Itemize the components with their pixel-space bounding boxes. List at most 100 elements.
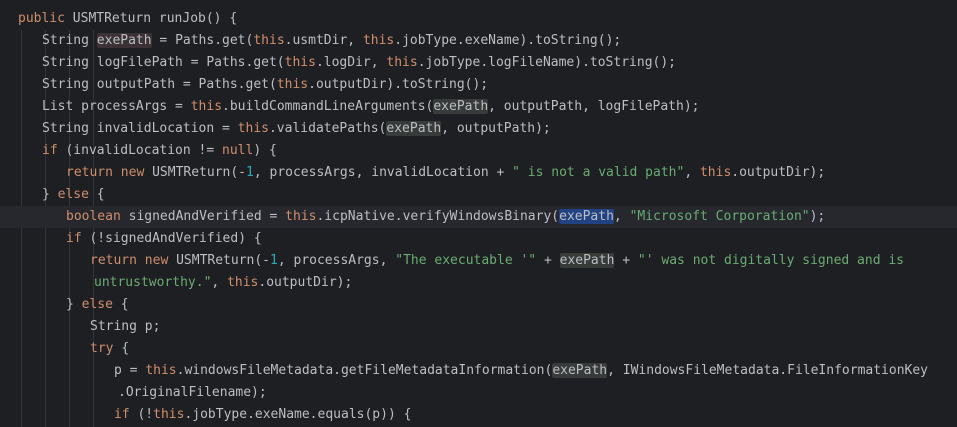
code-line[interactable]: public USMTReturn runJob() { [0,8,957,30]
code-token: .jobType.exeName.equals(p)) { [184,407,412,422]
code-token: , processArgs, [277,253,396,268]
code-token: .buildCommandLineArguments( [222,99,434,114]
code-token: null [222,143,254,158]
code-token: USMTReturn runJob() { [72,11,238,26]
code-line[interactable]: String p; [0,316,957,338]
code-token: if [114,407,138,422]
code-token: public [18,11,73,26]
code-token: this [362,33,395,48]
code-token: this [699,165,732,180]
code-line[interactable]: } else { [0,294,957,316]
code-token: this [145,363,177,378]
code-token: , processArgs, invalidLocation + [253,165,513,180]
code-line[interactable]: return new USMTReturn(-1, processArgs, "… [0,250,957,272]
code-token: exePath [386,121,442,136]
code-token: "Microsoft Corporation" [629,209,810,224]
code-token: String outputPath = Paths.get( [42,77,277,92]
code-line[interactable]: } else { [0,184,957,206]
code-line[interactable]: String outputPath = Paths.get(this.outpu… [0,74,957,96]
code-token: exePath [559,253,615,268]
code-token: return new [66,165,153,180]
code-token: , [684,165,700,180]
code-token: this [190,99,223,114]
code-line[interactable]: String invalidLocation = this.validatePa… [0,118,957,140]
code-token: .OriginalFilename); [118,385,267,400]
code-line[interactable]: p = this.windowsFileMetadata.getFileMeta… [0,360,957,382]
code-token: (invalidLocation != [65,143,223,158]
code-token: ); [809,209,826,224]
code-token: p = [114,363,146,378]
code-token: , IWindowsFileMetadata.FileInformationKe… [607,363,929,378]
code-token: exePath [552,363,608,378]
code-token: , [613,209,630,224]
code-token: String logFilePath = Paths.get( [42,55,285,70]
code-token: exePath [433,99,489,114]
code-token: .jobType.logFileName).toString(); [417,55,676,70]
code-token: try [90,341,122,356]
code-token: signedAndVerified = [128,209,286,224]
code-token: this [253,33,285,48]
code-token: (!signedAndVerified) { [89,231,262,246]
code-token: (! [137,407,154,422]
code-token: , outputPath); [441,121,551,136]
code-token: this [285,209,317,224]
code-token: , [211,275,228,290]
code-token: this [237,121,269,136]
code-token: String invalidLocation = [42,121,238,136]
code-token: { [96,187,105,202]
code-token: USMTReturn(- [176,253,271,268]
code-token: this [276,77,309,92]
code-token: " is not a valid path" [512,165,685,180]
code-token: .jobType.exeName).toString(); [394,33,622,48]
code-token: .icpNative.verifyWindowsBinary( [316,209,560,224]
code-token: = Paths.get( [151,33,254,48]
code-token: boolean [66,209,129,224]
code-token: "' was not digitally signed and is [637,253,905,268]
code-token: exePath [559,209,614,224]
code-token: .outputDir).toString(); [308,77,489,92]
code-token: this [386,55,418,70]
code-line[interactable]: .OriginalFilename); [0,382,957,404]
code-token: else [81,297,121,312]
code-token: + [614,253,638,268]
code-token: return new [90,253,177,268]
code-token: if [66,231,90,246]
code-token: exePath [96,33,152,48]
code-token: .outputDir); [731,165,826,180]
code-token: , outputPath, logFilePath); [488,99,700,114]
code-token: .usmtDir, [284,33,363,48]
code-token: 1 [246,165,254,180]
code-token: List processArgs = [42,99,191,114]
code-token: this [227,275,259,290]
code-token: + [536,253,560,268]
code-token: { [120,297,129,312]
code-token: .windowsFileMetadata.getFileMetadataInfo… [176,363,553,378]
code-token: String p; [90,319,161,334]
code-line[interactable]: String exePath = Paths.get(this.usmtDir,… [0,30,957,52]
code-token: USMTReturn(- [152,165,247,180]
code-token: this [153,407,185,422]
code-token: .outputDir); [258,275,353,290]
code-line[interactable]: if (!signedAndVerified) { [0,228,957,250]
code-token: "The executable '" [395,253,537,268]
code-line[interactable]: untrustworthy.", this.outputDir); [0,272,957,294]
code-line[interactable]: if (invalidLocation != null) { [0,140,957,162]
code-token: untrustworthy." [94,275,212,290]
code-line[interactable]: String logFilePath = Paths.get(this.logD… [0,52,957,74]
code-token: { [121,341,130,356]
code-token: } [66,297,82,312]
code-token: else [57,187,97,202]
code-line[interactable]: try { [0,338,957,360]
code-line[interactable]: boolean signedAndVerified = this.icpNati… [0,206,957,228]
code-token: String [42,33,97,48]
code-token: this [284,55,316,70]
code-line[interactable]: if (!this.jobType.exeName.equals(p)) { [0,404,957,426]
code-editor[interactable]: public USMTReturn runJob() {String exePa… [0,0,957,427]
code-token: } [42,187,58,202]
code-line[interactable]: List processArgs = this.buildCommandLine… [0,96,957,118]
code-token: .logDir, [315,55,387,70]
code-token: 1 [270,253,278,268]
code-token: .validatePaths( [268,121,387,136]
code-token: ) { [253,143,277,158]
code-line[interactable]: return new USMTReturn(-1, processArgs, i… [0,162,957,184]
